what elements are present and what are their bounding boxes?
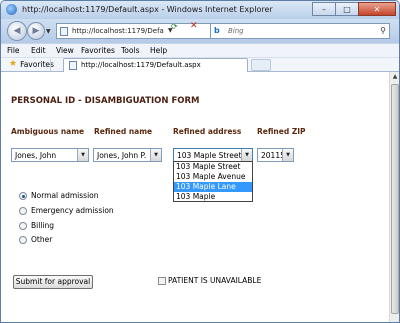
form-title: PERSONAL ID - DISAMBIGUATION FORM <box>11 96 200 106</box>
refresh-icon[interactable]: ⟳ <box>171 22 178 31</box>
refined-address-select[interactable]: 103 Maple Street ▼ <box>173 148 253 162</box>
address-option[interactable]: 103 Maple Street <box>174 162 252 172</box>
address-option-highlighted[interactable]: 103 Maple Lane <box>174 182 252 192</box>
title-bar: http://localhost:1179/Default.aspx - Win… <box>1 1 399 19</box>
menu-file[interactable]: File <box>7 46 20 55</box>
radio-other[interactable]: Other <box>19 235 52 244</box>
ie-icon <box>6 4 17 15</box>
menu-tools[interactable]: Tools <box>121 46 139 55</box>
radio-button[interactable] <box>19 235 27 244</box>
search-placeholder: Bing <box>228 27 244 35</box>
scroll-up-icon[interactable]: ▲ <box>390 72 399 82</box>
header-refined-name: Refined name <box>94 127 153 136</box>
window-controls: – □ ✕ <box>312 2 396 16</box>
radio-billing[interactable]: Billing <box>19 221 54 230</box>
search-field[interactable]: b Bing ⚲ <box>210 23 390 39</box>
radio-label: Billing <box>31 221 54 230</box>
refined-name-value: Jones, John P. <box>97 151 147 160</box>
address-bar: ◀ ▶ ▼ http://localhost:1179/Defa ▼ ⟳ ✕ b… <box>1 19 399 43</box>
menu-view[interactable]: View <box>56 46 74 55</box>
minimize-button[interactable]: – <box>312 2 336 16</box>
browser-window: http://localhost:1179/Default.aspx - Win… <box>0 0 400 323</box>
new-tab-button[interactable] <box>251 59 271 71</box>
favorites-bar: ★ Favorites http://localhost:1179/Defaul… <box>1 57 399 72</box>
stop-icon[interactable]: ✕ <box>190 21 198 31</box>
header-refined-address: Refined address <box>173 127 242 136</box>
radio-emergency-admission[interactable]: Emergency admission <box>19 206 114 215</box>
vertical-scrollbar[interactable]: ▲ <box>389 72 399 322</box>
patient-unavailable-checkbox[interactable] <box>158 276 166 285</box>
address-option[interactable]: 103 Maple <box>174 192 252 202</box>
submit-for-approval-button[interactable]: Submit for approval <box>13 275 93 289</box>
address-option[interactable]: 103 Maple Avenue <box>174 172 252 182</box>
maximize-button[interactable]: □ <box>335 2 359 16</box>
chevron-down-icon[interactable]: ▼ <box>77 149 88 161</box>
page-content: PERSONAL ID - DISAMBIGUATION FORM Ambigu… <box>1 72 389 322</box>
chevron-down-icon[interactable]: ▼ <box>241 149 252 161</box>
window-title: http://localhost:1179/Default.aspx - Win… <box>22 5 273 14</box>
favorites-divider <box>50 59 60 71</box>
refined-name-select[interactable]: Jones, John P. ▼ <box>93 148 162 162</box>
header-ambiguous-name: Ambiguous name <box>11 127 85 136</box>
address-dropdown-list: 103 Maple Street 103 Maple Avenue 103 Ma… <box>173 161 253 202</box>
menu-edit[interactable]: Edit <box>31 46 46 55</box>
recent-pages-dropdown[interactable]: ▼ <box>46 28 51 35</box>
radio-button[interactable] <box>19 191 27 200</box>
chevron-down-icon[interactable]: ▼ <box>150 149 161 161</box>
ambiguous-name-value: Jones, John <box>15 151 57 160</box>
radio-button[interactable] <box>19 206 27 215</box>
patient-unavailable-checkbox-row[interactable]: PATIENT IS UNAVAILABLE <box>158 276 261 285</box>
scroll-thumb[interactable] <box>391 84 399 314</box>
browser-tab[interactable]: http://localhost:1179/Default.aspx <box>63 58 248 72</box>
patient-unavailable-label: PATIENT IS UNAVAILABLE <box>168 276 262 285</box>
close-button[interactable]: ✕ <box>358 2 396 16</box>
tab-label: http://localhost:1179/Default.aspx <box>81 61 201 69</box>
menu-help[interactable]: Help <box>150 46 167 55</box>
menu-bar: File Edit View Favorites Tools Help <box>1 43 399 57</box>
forward-button[interactable]: ▶ <box>27 22 45 40</box>
radio-label: Normal admission <box>31 191 99 200</box>
bing-icon: b <box>214 26 220 35</box>
tab-page-icon <box>69 61 77 70</box>
radio-button[interactable] <box>19 221 27 230</box>
back-button[interactable]: ◀ <box>7 21 27 41</box>
url-text: http://localhost:1179/Defa <box>72 27 164 35</box>
chevron-down-icon[interactable]: ▼ <box>282 149 293 161</box>
radio-label: Emergency admission <box>31 206 114 215</box>
radio-normal-admission[interactable]: Normal admission <box>19 191 99 200</box>
header-refined-zip: Refined ZIP <box>257 127 306 136</box>
ambiguous-name-select[interactable]: Jones, John ▼ <box>11 148 89 162</box>
page-icon <box>60 27 68 36</box>
favorites-button[interactable]: ★ Favorites <box>9 59 54 69</box>
radio-label: Other <box>31 235 53 244</box>
search-icon[interactable]: ⚲ <box>380 26 386 35</box>
star-icon: ★ <box>9 59 18 69</box>
favorites-label: Favorites <box>20 59 54 69</box>
menu-favorites[interactable]: Favorites <box>81 46 115 55</box>
refined-address-value: 103 Maple Street <box>177 151 242 160</box>
refined-zip-select[interactable]: 20115 ▼ <box>257 148 294 162</box>
